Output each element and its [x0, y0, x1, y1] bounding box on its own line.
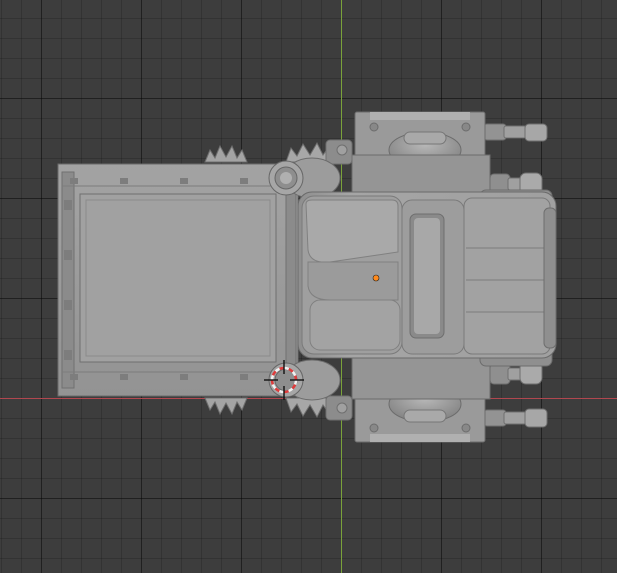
cab-body[interactable]	[297, 191, 557, 359]
wheel-hub-bottom-left	[204, 397, 248, 416]
exhaust-pipe-bottom-right	[483, 408, 548, 428]
3d-viewport[interactable]	[0, 0, 617, 573]
cargo-bed[interactable]	[57, 163, 299, 397]
vehicle-model[interactable]	[0, 0, 617, 573]
fitting-bottom	[268, 359, 341, 401]
exhaust-pipe-top-right	[483, 123, 548, 142]
object-origin-dot	[372, 274, 380, 282]
wheel-hub-top-left	[204, 144, 248, 163]
